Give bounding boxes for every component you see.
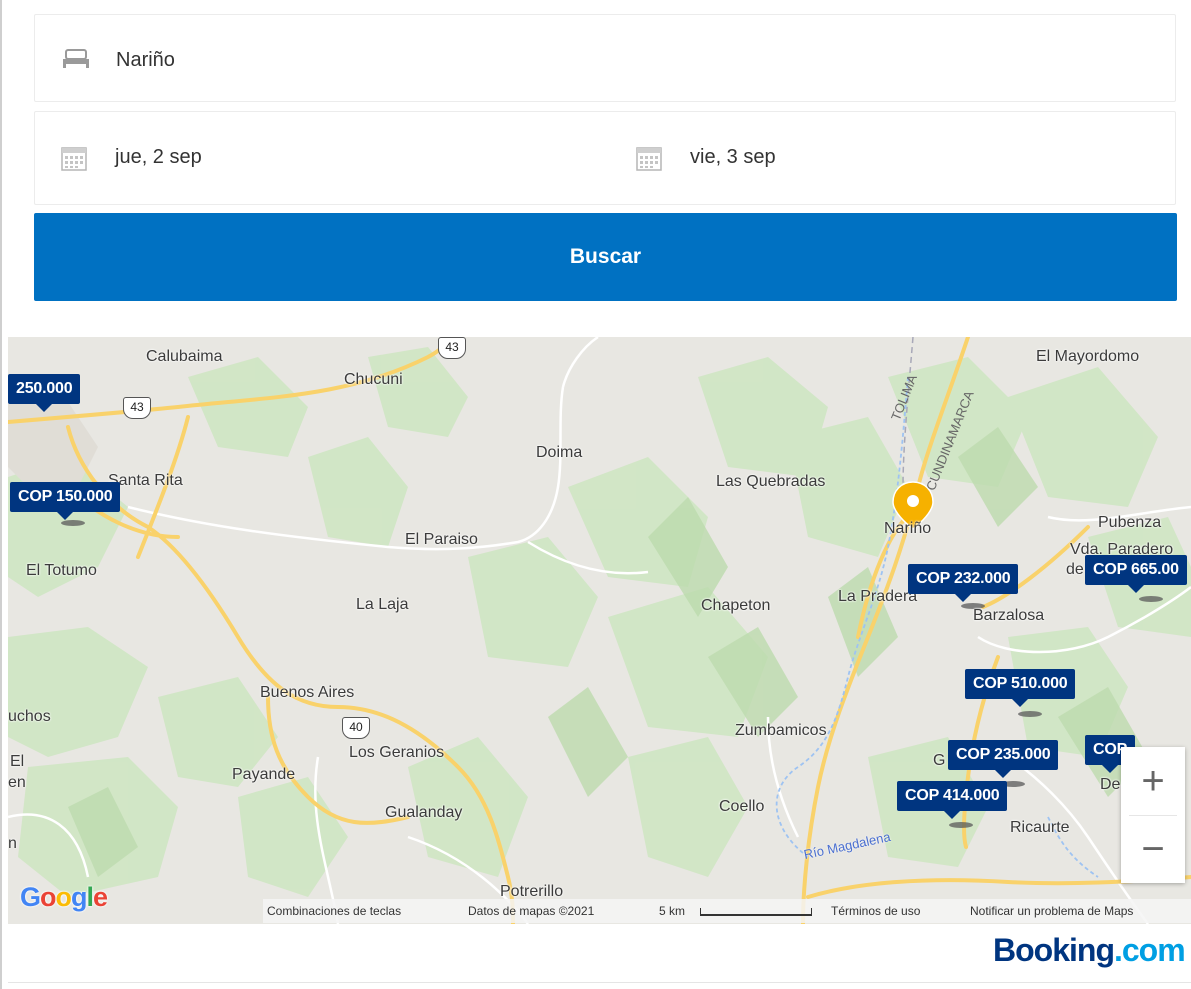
place-label: La Laja — [356, 596, 409, 613]
price-marker[interactable]: 250.000 — [8, 374, 81, 412]
google-logo: Google — [20, 882, 108, 912]
place-label: Ricaurte — [1010, 819, 1070, 836]
place-label: Nariño — [884, 520, 932, 537]
terms-link[interactable]: Términos de uso — [831, 899, 920, 923]
place-label: en — [8, 774, 26, 791]
place-label: Zumbamicos — [735, 722, 827, 739]
place-label: Calubaima — [146, 348, 223, 365]
keyboard-shortcuts-link[interactable]: Combinaciones de teclas — [267, 899, 401, 923]
place-label: El Totumo — [26, 562, 97, 579]
place-label: Buenos Aires — [260, 684, 355, 701]
place-label: Doima — [536, 444, 583, 461]
zoom-out-button[interactable]: − — [1121, 815, 1185, 883]
destination-field[interactable]: Nariño — [34, 14, 1176, 102]
price-marker[interactable]: COP 150.000 — [10, 482, 121, 520]
place-label: De — [1100, 776, 1121, 793]
checkin-value: jue, 2 sep — [115, 146, 202, 168]
place-label: El Paraiso — [405, 531, 478, 548]
place-label: n — [8, 835, 17, 852]
page-left-border — [0, 0, 2, 989]
place-label: Pubenza — [1098, 514, 1162, 531]
place-label: Gualanday — [385, 804, 463, 821]
place-label: Las Quebradas — [716, 473, 826, 490]
place-label: Chucuni — [344, 371, 403, 388]
price-marker[interactable]: COP 510.000 — [965, 669, 1076, 707]
place-label: Chapeton — [701, 597, 771, 614]
road-shield: 43 — [438, 337, 466, 359]
checkout-value: vie, 3 sep — [690, 146, 776, 168]
scale-bar — [700, 908, 812, 916]
place-label: Los Geranios — [349, 744, 445, 761]
place-label: de — [1066, 561, 1084, 578]
road-shield: 43 — [123, 397, 151, 419]
footer-divider — [8, 982, 1191, 983]
place-label: uchos — [8, 708, 51, 725]
price-marker[interactable]: COP 414.000 — [897, 781, 1008, 819]
booking-logo: Booking.com — [993, 932, 1186, 968]
zoom-divider — [1129, 815, 1177, 816]
destination-value: Nariño — [116, 49, 175, 71]
price-marker[interactable]: COP 665.00 — [1085, 555, 1187, 593]
place-label: Coello — [719, 798, 765, 815]
zoom-in-button[interactable]: + — [1121, 747, 1185, 815]
place-label: G — [933, 752, 946, 769]
map-attribution: Combinaciones de teclas Datos de mapas ©… — [263, 899, 1191, 923]
scale-label: 5 km — [659, 904, 686, 918]
place-label: Payande — [232, 766, 296, 783]
place-label: El — [10, 753, 25, 770]
place-label: La Pradera — [838, 588, 918, 605]
map-data-text: Datos de mapas ©2021 — [468, 904, 595, 918]
dates-field: jue, 2 sep vie, 3 sep — [34, 111, 1176, 205]
price-marker[interactable]: COP 232.000 — [908, 564, 1019, 602]
road-shield: 40 — [342, 717, 370, 739]
zoom-controls: + − — [1121, 747, 1185, 883]
calendar-icon — [61, 145, 87, 176]
place-label: El Mayordomo — [1036, 348, 1140, 365]
calendar-icon — [636, 145, 662, 176]
map[interactable]: 43 43 40 Calubaima Chucuni Doima Las Que… — [8, 337, 1191, 924]
search-button[interactable]: Buscar — [34, 213, 1177, 301]
report-problem-link[interactable]: Notificar un problema de Maps — [970, 899, 1133, 923]
place-label: Barzalosa — [973, 607, 1045, 624]
bed-icon — [63, 49, 89, 74]
price-marker[interactable]: COP 235.000 — [948, 740, 1059, 778]
